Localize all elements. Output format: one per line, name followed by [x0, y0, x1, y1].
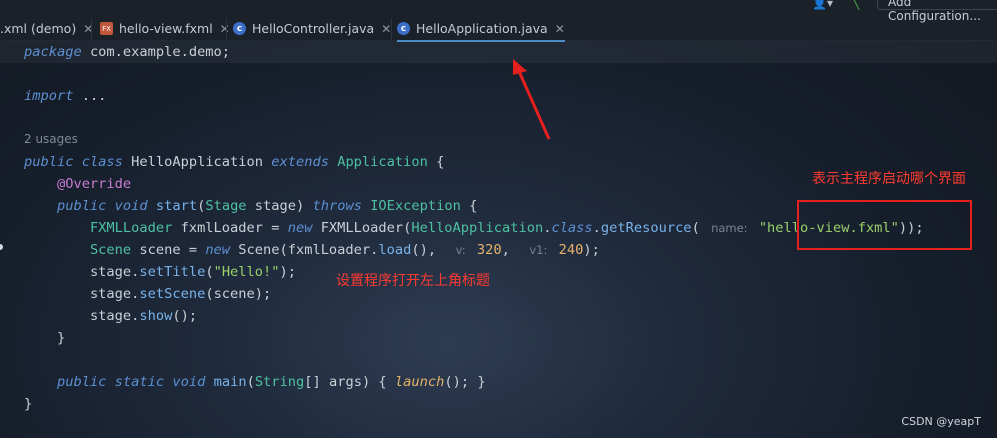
code-line-set-title[interactable]: stage.setTitle("Hello!"); — [24, 261, 296, 283]
java-app-class-icon: c — [397, 22, 410, 35]
gutter-marker-icon — [0, 244, 3, 250]
close-icon[interactable]: ✕ — [381, 22, 391, 36]
code-line-set-scene[interactable]: stage.setScene(scene); — [24, 283, 271, 305]
param-hint: v1: — [529, 243, 548, 257]
code-line-override[interactable]: @Override — [24, 173, 131, 195]
code-line-close-class[interactable]: } — [24, 393, 32, 415]
param-hint: name: — [711, 221, 748, 235]
code-line-import[interactable]: import ... — [24, 85, 106, 107]
build-hammer-icon[interactable]: ╲ — [852, 0, 859, 10]
fxml-file-icon: FX — [100, 22, 113, 35]
red-arrow-annotation — [513, 59, 551, 140]
tab-label: hello-view.fxml — [119, 21, 213, 36]
code-line-close-method[interactable]: } — [24, 327, 65, 349]
annotation-note-main-view: 表示主程序启动哪个界面 — [812, 171, 966, 187]
code-line-start-method[interactable]: public void start(Stage stage) throws IO… — [24, 195, 477, 217]
tab-divider — [91, 18, 92, 40]
tab-divider — [226, 18, 227, 40]
java-class-icon: c — [233, 22, 246, 35]
tab-label: HelloController.java — [252, 21, 375, 36]
usages-hint[interactable]: 2 usages — [24, 132, 78, 146]
close-icon[interactable]: ✕ — [555, 22, 565, 36]
user-icon[interactable]: 👤▾ — [812, 0, 833, 10]
code-line-show[interactable]: stage.show(); — [24, 305, 197, 327]
close-icon[interactable]: ✕ — [220, 22, 230, 36]
tab-hello-view-fxml[interactable]: FX hello-view.fxml ✕ — [100, 17, 230, 40]
tab-label: HelloApplication.java — [416, 21, 548, 36]
add-configuration-button[interactable]: Add Configuration... — [877, 0, 997, 23]
tab-label: .xml (demo) — [0, 21, 77, 36]
code-line-class-decl[interactable]: public class HelloApplication extends Ap… — [24, 151, 444, 173]
code-line-main-method[interactable]: public static void main(String[] args) {… — [24, 371, 486, 393]
tab-hello-controller[interactable]: c HelloController.java ✕ — [233, 17, 391, 40]
code-line-package[interactable]: package com.example.demo; — [0, 41, 997, 63]
annotation-highlight-box — [797, 200, 972, 250]
tab-divider — [391, 18, 392, 40]
tab-hello-application[interactable]: c HelloApplication.java ✕ — [397, 17, 565, 42]
watermark: CSDN @yeapT — [901, 415, 981, 428]
code-line-scene[interactable]: Scene scene = new Scene(fxmlLoader.load(… — [24, 239, 600, 261]
editor-tab-bar: 👤▾ ╲ Add Configuration... .xml (demo) ✕ … — [0, 0, 997, 42]
code-line-fxml-loader[interactable]: FXMLLoader fxmlLoader = new FXMLLoader(H… — [24, 217, 924, 239]
annotation-note-title: 设置程序打开左上角标题 — [336, 273, 490, 289]
param-hint: v: — [455, 243, 466, 257]
tab-xml-demo[interactable]: .xml (demo) ✕ — [0, 17, 93, 40]
